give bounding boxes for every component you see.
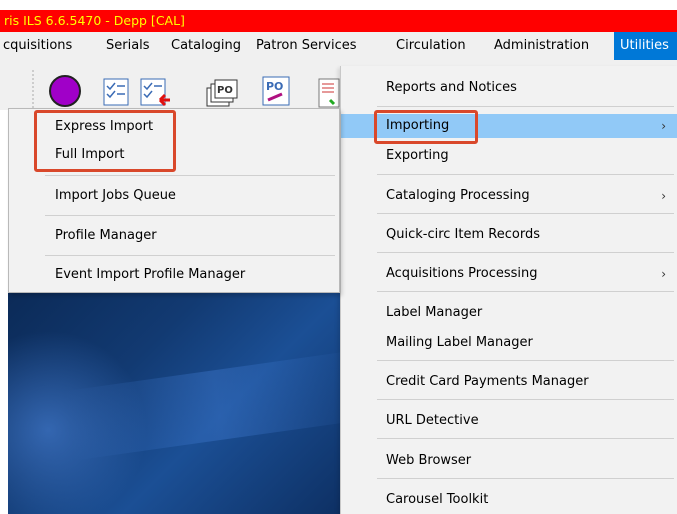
svg-text:PO: PO — [217, 85, 233, 96]
menu-item-mailing-label-manager[interactable]: Mailing Label Manager — [386, 331, 677, 355]
menu-item-label: URL Detective — [386, 413, 479, 428]
menu-item-label-manager[interactable]: Label Manager — [386, 301, 677, 325]
menu-item-label: Label Manager — [386, 305, 483, 320]
desktop-background — [8, 290, 348, 514]
menu-item-acquisitions-processing[interactable]: Acquisitions Processing › — [386, 262, 677, 286]
submenu-item-import-jobs-queue[interactable]: Import Jobs Queue — [55, 184, 339, 208]
menu-item-credit-card-payments-manager[interactable]: Credit Card Payments Manager — [386, 370, 677, 394]
submenu-item-profile-manager[interactable]: Profile Manager — [55, 224, 339, 248]
menu-item-carousel-toolkit[interactable]: Carousel Toolkit — [386, 488, 677, 512]
menu-administration[interactable]: Administration — [488, 32, 595, 60]
menu-item-label: Reports and Notices — [386, 80, 517, 95]
menu-separator — [377, 106, 674, 107]
window-title-bar: ris ILS 6.6.5470 - Depp [CAL] — [0, 10, 677, 32]
menu-item-label: Carousel Toolkit — [386, 492, 489, 507]
menu-item-quick-circ-item-records[interactable]: Quick-circ Item Records — [386, 223, 677, 247]
submenu-separator — [45, 255, 335, 256]
checklist-icon[interactable] — [103, 78, 129, 109]
chevron-right-icon: › — [661, 119, 666, 133]
callout-box-import-options — [34, 110, 176, 172]
report-icon[interactable] — [318, 78, 340, 111]
menu-separator — [377, 399, 674, 400]
menu-item-web-browser[interactable]: Web Browser — [386, 449, 677, 473]
menu-item-label: Web Browser — [386, 453, 472, 468]
menu-cataloging[interactable]: Cataloging — [165, 32, 247, 60]
chevron-right-icon: › — [661, 267, 666, 281]
menu-separator — [377, 360, 674, 361]
menu-bar: cquisitions Serials Cataloging Patron Se… — [0, 32, 677, 60]
menu-acquisitions[interactable]: cquisitions — [0, 32, 78, 60]
menu-item-label: Credit Card Payments Manager — [386, 374, 589, 389]
menu-separator — [377, 174, 674, 175]
menu-item-url-detective[interactable]: URL Detective — [386, 409, 677, 433]
menu-item-reports-and-notices[interactable]: Reports and Notices — [386, 76, 677, 100]
menu-item-cataloging-processing[interactable]: Cataloging Processing › — [386, 184, 677, 208]
submenu-item-label: Event Import Profile Manager — [55, 267, 246, 282]
menu-item-label: Quick-circ Item Records — [386, 227, 540, 242]
menu-item-label: Mailing Label Manager — [386, 335, 533, 350]
menu-item-label: Acquisitions Processing — [386, 266, 538, 281]
submenu-item-label: Import Jobs Queue — [55, 188, 176, 203]
submenu-separator — [45, 215, 335, 216]
submenu-separator — [45, 175, 335, 176]
menu-patron-services[interactable]: Patron Services — [250, 32, 363, 60]
menu-separator — [377, 438, 674, 439]
menu-circulation[interactable]: Circulation — [390, 32, 472, 60]
menu-item-label: Cataloging Processing — [386, 188, 530, 203]
menu-separator — [377, 252, 674, 253]
submenu-item-label: Profile Manager — [55, 228, 157, 243]
po-stack-icon[interactable]: PO — [205, 78, 239, 111]
submenu-item-event-import-profile-manager[interactable]: Event Import Profile Manager — [55, 263, 339, 287]
chevron-right-icon: › — [661, 189, 666, 203]
menu-item-exporting[interactable]: Exporting — [386, 144, 677, 168]
menu-separator — [377, 291, 674, 292]
menu-utilities[interactable]: Utilities — [614, 32, 677, 60]
menu-separator — [377, 478, 674, 479]
po-edit-icon[interactable]: PO — [262, 76, 292, 111]
menu-separator — [377, 213, 674, 214]
purple-circle-icon[interactable] — [48, 74, 82, 111]
svg-text:PO: PO — [266, 80, 283, 93]
window-title: ris ILS 6.6.5470 - Depp [CAL] — [4, 13, 185, 28]
callout-box-importing — [374, 110, 478, 144]
menu-serials[interactable]: Serials — [100, 32, 156, 60]
menu-item-label: Exporting — [386, 148, 449, 163]
checklist-arrow-icon[interactable] — [140, 78, 174, 111]
